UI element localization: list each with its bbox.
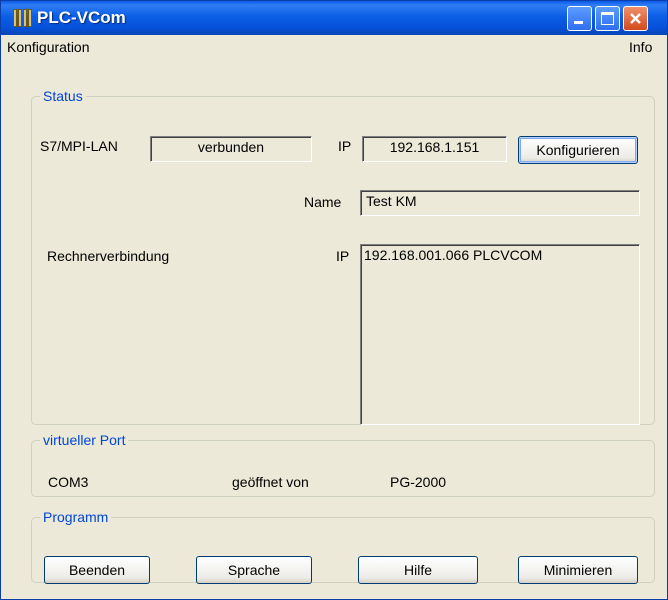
window-title: PLC-VCom	[37, 8, 126, 27]
close-button[interactable]	[623, 6, 648, 31]
main-window: PLC-VCom Konfiguration Info Status S7/MP…	[0, 0, 668, 600]
menu-info[interactable]: Info	[629, 39, 652, 55]
minimize-app-button[interactable]: Minimieren	[518, 556, 638, 584]
virtual-port-group: virtueller Port COM3 geöffnet von PG-200…	[31, 432, 655, 497]
virtual-port-legend: virtueller Port	[43, 432, 126, 448]
menu-bar: Konfiguration Info	[1, 35, 667, 59]
com-port-value: COM3	[48, 474, 89, 490]
connection-list[interactable]: 192.168.001.066 PLCVCOM	[360, 244, 640, 425]
exit-button[interactable]: Beenden	[44, 556, 150, 584]
opened-by-label: geöffnet von	[232, 474, 309, 490]
minimize-button[interactable]	[567, 6, 592, 31]
name-label: Name	[304, 194, 342, 210]
status-group: Status S7/MPI-LAN verbunden IP 192.168.1…	[31, 88, 655, 425]
rechner-ip-label: IP	[336, 248, 350, 264]
name-field: Test KM	[360, 190, 640, 216]
opened-by-value: PG-2000	[390, 474, 447, 490]
program-group: Programm Beenden Sprache Hilfe Minimiere…	[31, 509, 655, 584]
maximize-button[interactable]	[595, 6, 620, 31]
help-button[interactable]: Hilfe	[358, 556, 478, 584]
close-icon	[630, 13, 641, 24]
s7-mpi-lan-label: S7/MPI-LAN	[40, 138, 118, 154]
app-icon	[13, 9, 33, 27]
language-button[interactable]: Sprache	[196, 556, 312, 584]
menu-konfiguration[interactable]: Konfiguration	[7, 39, 90, 55]
minimize-icon	[574, 21, 583, 24]
ip-address-field: 192.168.1.151	[362, 136, 507, 162]
connection-list-item[interactable]: 192.168.001.066 PLCVCOM	[364, 247, 636, 263]
ip-label: IP	[338, 138, 352, 154]
program-legend: Programm	[43, 509, 109, 525]
title-bar[interactable]: PLC-VCom	[1, 1, 667, 35]
maximize-icon	[601, 12, 614, 25]
connection-status-field: verbunden	[150, 136, 312, 162]
status-legend: Status	[43, 88, 83, 104]
rechnerverbindung-label: Rechnerverbindung	[47, 248, 170, 264]
configure-button[interactable]: Konfigurieren	[518, 136, 638, 164]
